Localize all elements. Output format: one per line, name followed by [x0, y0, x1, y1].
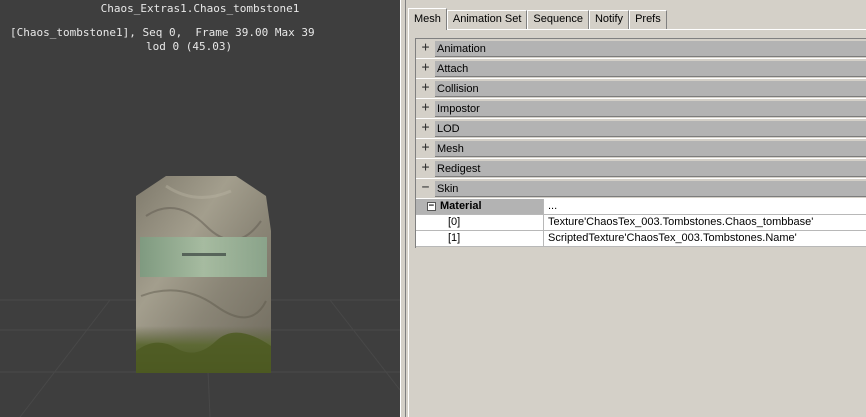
- category-label: Impostor: [437, 103, 480, 115]
- collapse-icon[interactable]: −: [420, 181, 431, 194]
- material-browse-button[interactable]: ...: [544, 199, 866, 214]
- tab-mesh[interactable]: Mesh: [408, 8, 447, 30]
- category-skin[interactable]: − Skin: [416, 179, 866, 199]
- material-row[interactable]: − Material ...: [416, 199, 866, 215]
- category-label: Skin: [437, 183, 459, 195]
- tombstone-model: [136, 176, 271, 373]
- viewport-info-sequence: [Chaos_tombstone1], Seq 0, Frame 39.00 M…: [10, 26, 315, 39]
- category-mesh[interactable]: + Mesh: [416, 139, 866, 159]
- viewport-info-lod: lod 0 (45.03): [146, 40, 233, 53]
- tab-notify[interactable]: Notify: [588, 10, 630, 29]
- material-item-row[interactable]: [1] ScriptedTexture'ChaosTex_003.Tombsto…: [416, 231, 866, 247]
- collapse-icon[interactable]: −: [427, 202, 436, 211]
- expand-icon[interactable]: +: [420, 81, 431, 94]
- expand-icon[interactable]: +: [420, 61, 431, 74]
- category-attach[interactable]: + Attach: [416, 59, 866, 79]
- category-label: Collision: [437, 83, 479, 95]
- expand-icon[interactable]: +: [420, 41, 431, 54]
- tab-animation-set[interactable]: Animation Set: [446, 10, 528, 29]
- material-item-index: [0]: [416, 215, 544, 230]
- category-bar: [435, 101, 866, 117]
- tab-sequence[interactable]: Sequence: [527, 10, 589, 29]
- category-redigest[interactable]: + Redigest: [416, 159, 866, 179]
- material-name-cell: − Material: [416, 199, 544, 214]
- category-label: Animation: [437, 43, 486, 55]
- category-bar: [435, 161, 866, 177]
- category-bar: [435, 81, 866, 97]
- category-label: LOD: [437, 123, 460, 135]
- category-bar: [435, 121, 866, 137]
- category-impostor[interactable]: + Impostor: [416, 99, 866, 119]
- expand-icon[interactable]: +: [420, 141, 431, 154]
- category-label: Redigest: [437, 163, 481, 175]
- category-bar: [435, 41, 866, 57]
- property-grid: + Animation + Attach + Collision + Impos…: [415, 38, 866, 248]
- mesh-viewport[interactable]: Chaos_Extras1.Chaos_tombstone1 [Chaos_to…: [0, 0, 400, 417]
- expand-icon[interactable]: +: [420, 101, 431, 114]
- category-bar: [435, 181, 866, 197]
- expand-icon[interactable]: +: [420, 121, 431, 134]
- material-item-index: [1]: [416, 231, 544, 246]
- viewport-info: [Chaos_tombstone1], Seq 0, Frame 39.00 M…: [10, 26, 315, 54]
- tab-prefs[interactable]: Prefs: [629, 10, 667, 29]
- category-label: Attach: [437, 63, 469, 75]
- material-item-value[interactable]: ScriptedTexture'ChaosTex_003.Tombstones.…: [544, 231, 866, 246]
- category-label: Mesh: [437, 143, 464, 155]
- category-collision[interactable]: + Collision: [416, 79, 866, 99]
- material-item-row[interactable]: [0] Texture'ChaosTex_003.Tombstones.Chao…: [416, 215, 866, 231]
- category-lod[interactable]: + LOD: [416, 119, 866, 139]
- category-bar: [435, 141, 866, 157]
- category-animation[interactable]: + Animation: [416, 39, 866, 59]
- material-item-value[interactable]: Texture'ChaosTex_003.Tombstones.Chaos_to…: [544, 215, 866, 230]
- properties-panel: Mesh Animation Set Sequence Notify Prefs…: [406, 0, 866, 417]
- category-bar: [435, 61, 866, 77]
- expand-icon[interactable]: +: [420, 161, 431, 174]
- material-label: Material: [440, 200, 482, 212]
- viewport-title: Chaos_Extras1.Chaos_tombstone1: [100, 2, 300, 15]
- tab-strip: Mesh Animation Set Sequence Notify Prefs: [408, 8, 667, 30]
